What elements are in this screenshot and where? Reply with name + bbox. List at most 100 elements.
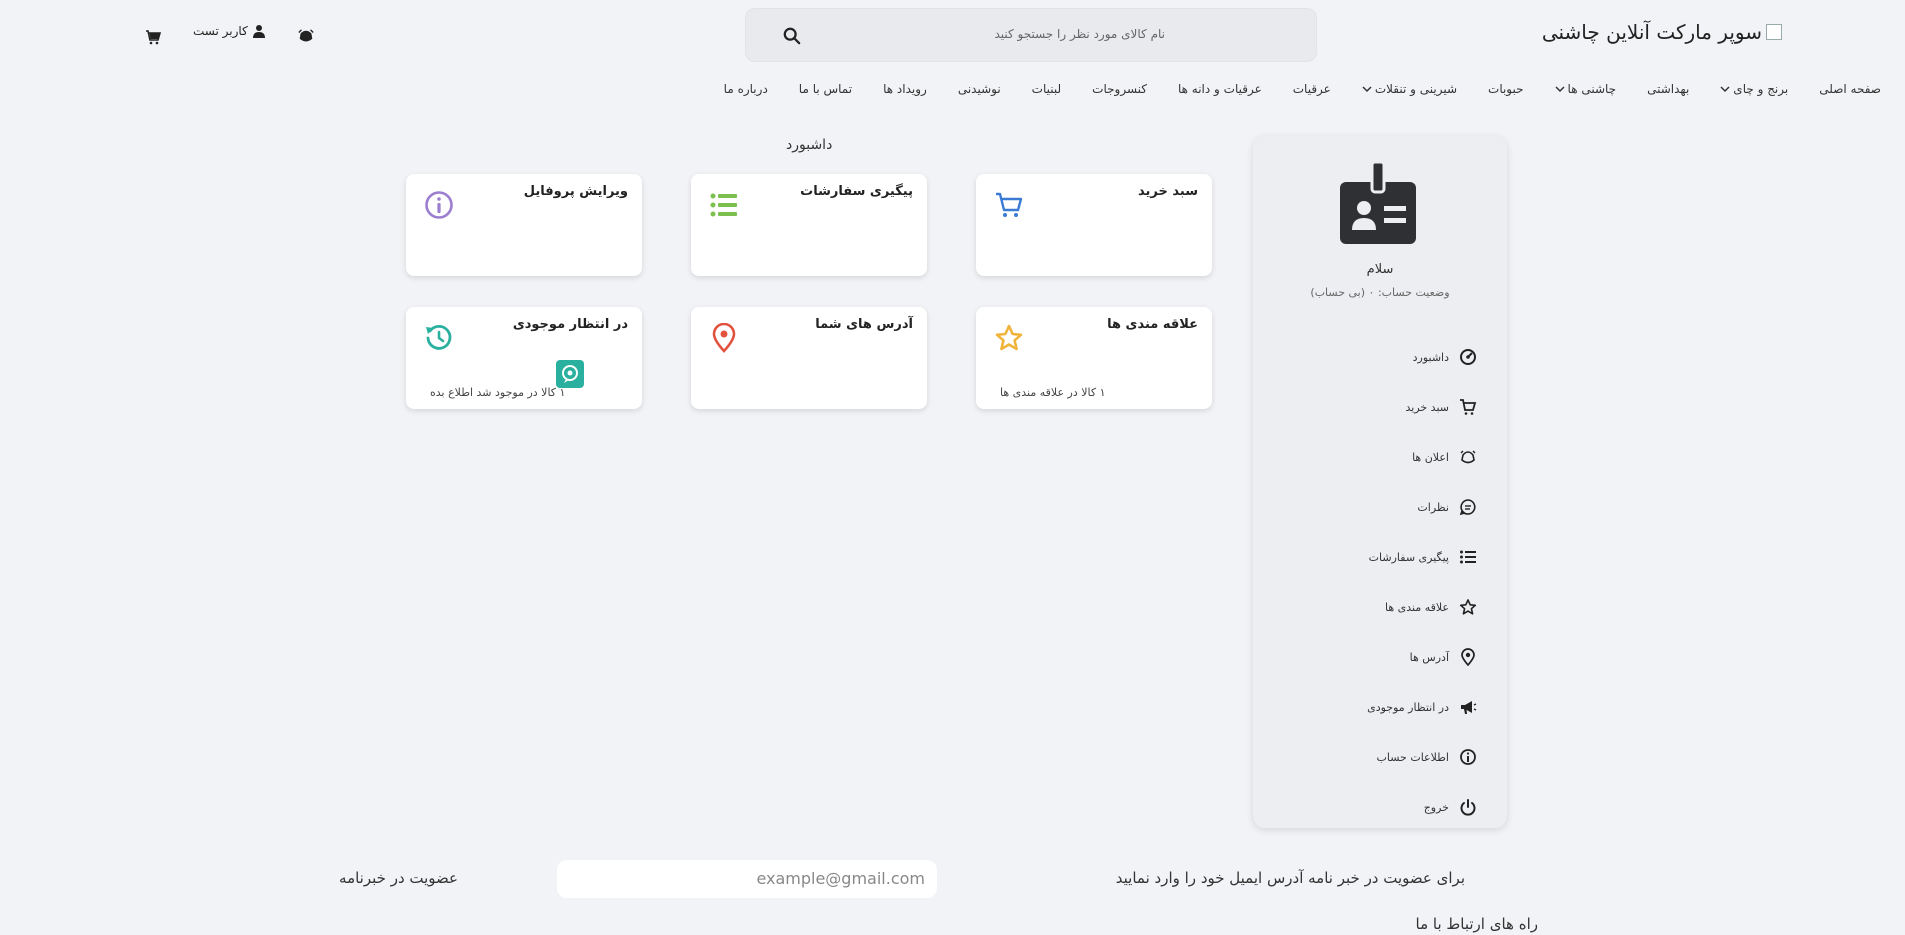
sidebar-item-label: اطلاعات حساب (1376, 750, 1449, 764)
nav-item-label: درباره ما (723, 82, 768, 96)
location-icon (1461, 648, 1475, 666)
card-title: سبد خرید (1138, 184, 1198, 199)
info-icon (1460, 749, 1476, 765)
nav-item[interactable]: درباره ما (724, 82, 768, 96)
nav-item-label: رویداد ها (883, 82, 927, 96)
star-icon (1459, 599, 1477, 615)
chat-icon (562, 365, 578, 383)
card-title: آدرس های شما (815, 317, 913, 332)
card-title: ویرایش پروفایل (523, 184, 628, 199)
sidebar-item[interactable]: آدرس ها (1277, 632, 1477, 682)
nav-item-label: عرقیات و دانه ها (1177, 82, 1262, 96)
nav-item[interactable]: چاشنی ها (1555, 82, 1617, 96)
nav-item-label: حبوبات (1488, 82, 1524, 96)
nav-item-label: برنج و چای (1733, 82, 1789, 96)
sidebar-item[interactable]: داشبورد (1277, 332, 1477, 382)
support-chat-button[interactable] (556, 360, 584, 388)
sidebar-item[interactable]: خروج (1277, 782, 1477, 832)
search-bar[interactable]: نام کالای مورد نظر را جستجو کنید (745, 8, 1317, 62)
sidebar-item-label: پیگیری سفارشات (1368, 550, 1449, 564)
account-sidebar: سلام وضعیت حساب: ۰ (بی حساب) داشبورد سبد … (1253, 136, 1507, 828)
nav-item[interactable]: عرقیات (1293, 82, 1331, 96)
sidebar-item[interactable]: علاقه مندی ها (1277, 582, 1477, 632)
sidebar-item-label: در انتظار موجودی (1367, 700, 1449, 714)
sidebar-item[interactable]: نظرات (1277, 482, 1477, 532)
card-waiting[interactable]: در انتظار موجودی ۱ کالا در موجود شد اطلا… (406, 307, 642, 409)
card-favorites[interactable]: علاقه مندی ها ۱ کالا در علاقه مندی ها (976, 307, 1212, 409)
sidebar-item[interactable]: سبد خرید (1277, 382, 1477, 432)
info-icon (425, 191, 453, 219)
user-icon (252, 25, 265, 38)
chevron-down-icon (1362, 86, 1372, 93)
chevron-down-icon (1720, 86, 1730, 93)
nav-item[interactable]: لبنیات (1032, 82, 1061, 96)
cart-icon[interactable] (145, 29, 161, 45)
card-profile[interactable]: ویرایش پروفایل (406, 174, 642, 276)
card-subtitle: ۱ کالا در موجود شد اطلاع بده (430, 386, 566, 399)
nav-item-label: عرقیات (1292, 82, 1331, 96)
search-input[interactable]: نام کالای مورد نظر را جستجو کنید (994, 27, 1165, 41)
user-account-link[interactable]: کاربر تست (193, 24, 266, 38)
nav-item[interactable]: رویداد ها (883, 82, 927, 96)
nav-item[interactable]: صفحه اصلی (1819, 82, 1881, 96)
history-icon (426, 324, 452, 350)
newsletter-title: عضویت در خبرنامه (339, 869, 458, 887)
location-icon (712, 323, 736, 353)
sidebar-item[interactable]: اطلاعات حساب (1277, 732, 1477, 782)
nav-item[interactable]: برنج و چای (1720, 82, 1788, 96)
sidebar-item-label: اعلان ها (1412, 450, 1449, 464)
star-icon (995, 324, 1023, 351)
card-subtitle: ۱ کالا در علاقه مندی ها (1000, 386, 1106, 399)
sidebar-item-label: سبد خرید (1405, 400, 1449, 414)
logo-text: سوپر مارکت آنلاین چاشنی (1541, 20, 1762, 44)
notification-icon (1460, 450, 1476, 464)
nav-item[interactable]: حبوبات (1488, 82, 1524, 96)
sidebar-item[interactable]: اعلان ها (1277, 432, 1477, 482)
email-placeholder: example@gmail.com (756, 869, 925, 888)
nav-item[interactable]: نوشیدنی (958, 82, 1001, 96)
card-title: علاقه مندی ها (1107, 317, 1198, 332)
newsletter-email-input[interactable]: example@gmail.com (557, 860, 937, 898)
chevron-down-icon (1555, 86, 1565, 93)
nav-item[interactable]: عرقیات و دانه ها (1178, 82, 1262, 96)
user-name: کاربر تست (193, 24, 248, 38)
list-icon (1460, 550, 1476, 564)
nav-item[interactable]: کنسروجات (1092, 82, 1147, 96)
sidebar-item-label: نظرات (1417, 500, 1449, 514)
search-icon[interactable] (783, 27, 801, 45)
site-logo[interactable]: سوپر مارکت آنلاین چاشنی (1542, 20, 1782, 44)
notification-icon[interactable] (297, 28, 315, 46)
cart-icon (996, 192, 1023, 217)
nav-item[interactable]: بهداشتی (1647, 82, 1689, 96)
sidebar-item-label: داشبورد (1412, 350, 1449, 364)
newsletter-description: برای عضویت در خبر نامه آدرس ایمیل خود را… (1115, 869, 1465, 887)
greeting: سلام (1366, 262, 1394, 277)
comment-icon (1459, 499, 1476, 516)
nav-item-label: نوشیدنی (957, 82, 1001, 96)
sidebar-menu: داشبورد سبد خرید اعلان ها نظرات پیگیری سفارش… (1277, 332, 1477, 832)
sidebar-item-label: علاقه مندی ها (1384, 600, 1449, 614)
megaphone-icon (1461, 701, 1477, 714)
nav-item-label: تماس با ما (798, 82, 853, 96)
power-icon (1460, 799, 1476, 816)
sidebar-item-label: خروج (1423, 800, 1449, 814)
nav-item-label: چاشنی ها (1567, 82, 1617, 96)
id-badge-icon (1340, 162, 1416, 244)
card-orders[interactable]: پیگیری سفارشات (691, 174, 927, 276)
card-title: پیگیری سفارشات (800, 184, 913, 199)
nav-item[interactable]: شیرینی و تنقلات (1362, 82, 1457, 96)
nav-item[interactable]: تماس با ما (799, 82, 852, 96)
card-addresses[interactable]: آدرس های شما (691, 307, 927, 409)
account-status: وضعیت حساب: ۰ (بی حساب) (1310, 286, 1450, 299)
list-icon (710, 193, 737, 217)
nav-item-label: شیرینی و تنقلات (1374, 82, 1458, 96)
sidebar-item[interactable]: در انتظار موجودی (1277, 682, 1477, 732)
nav-item-label: صفحه اصلی (1819, 82, 1881, 96)
card-title: در انتظار موجودی (512, 317, 628, 332)
logo-image-icon (1766, 24, 1782, 40)
card-cart[interactable]: سبد خرید (976, 174, 1212, 276)
sidebar-item[interactable]: پیگیری سفارشات (1277, 532, 1477, 582)
main-nav: صفحه اصلی برنج و چای بهداشتی چاشنی ها حبوبات… (693, 82, 1881, 96)
nav-item-label: بهداشتی (1647, 82, 1690, 96)
page-title: داشبورد (786, 137, 833, 153)
